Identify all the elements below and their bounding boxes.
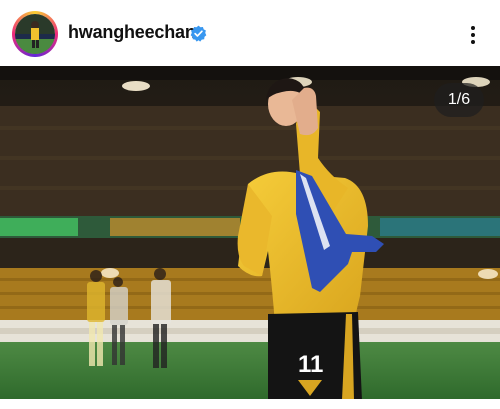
shirt-number: 11 xyxy=(298,351,323,378)
post-footer-strip xyxy=(0,399,500,409)
avatar[interactable] xyxy=(15,14,55,54)
profile-avatar-ring[interactable] xyxy=(12,11,58,57)
username[interactable]: hwangheechan xyxy=(68,22,196,43)
more-options-icon[interactable] xyxy=(462,22,484,48)
post-photo[interactable]: 11 xyxy=(0,66,500,399)
verified-badge-icon xyxy=(190,25,207,42)
image-counter: 1/6 xyxy=(434,83,484,117)
post-header: hwangheechan xyxy=(0,0,500,66)
